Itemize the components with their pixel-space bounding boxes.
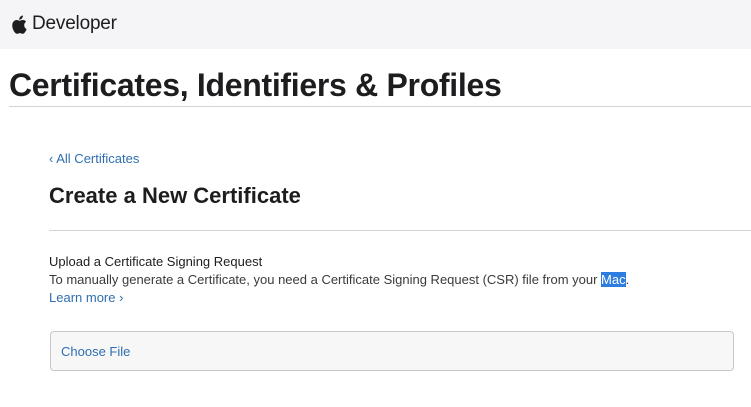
learn-more-link[interactable]: Learn more › bbox=[49, 289, 123, 307]
description-text: To manually generate a Certificate, you … bbox=[49, 272, 602, 287]
chevron-right-icon: › bbox=[119, 290, 124, 305]
description-end: . bbox=[625, 272, 630, 287]
upload-description: To manually generate a Certificate, you … bbox=[49, 271, 629, 289]
learn-more-label: Learn more bbox=[49, 290, 116, 305]
global-header: Developer bbox=[0, 0, 751, 49]
developer-home-link[interactable]: Developer bbox=[11, 11, 117, 37]
back-link-label: All Certificates bbox=[56, 151, 140, 166]
section-title: Create a New Certificate bbox=[49, 183, 301, 208]
choose-file-dropzone[interactable]: Choose File bbox=[50, 331, 734, 371]
upload-heading: Upload a Certificate Signing Request bbox=[49, 254, 263, 269]
title-divider bbox=[9, 106, 751, 107]
section-divider bbox=[49, 230, 751, 231]
page-title: Certificates, Identifiers & Profiles bbox=[9, 67, 502, 103]
selected-text: Mac bbox=[601, 272, 626, 287]
brand-text: Developer bbox=[32, 13, 117, 34]
choose-file-button[interactable]: Choose File bbox=[61, 343, 130, 361]
apple-logo-icon bbox=[11, 15, 27, 34]
chevron-left-icon: ‹ bbox=[49, 151, 54, 166]
back-to-all-certificates-link[interactable]: ‹ All Certificates bbox=[49, 150, 139, 168]
